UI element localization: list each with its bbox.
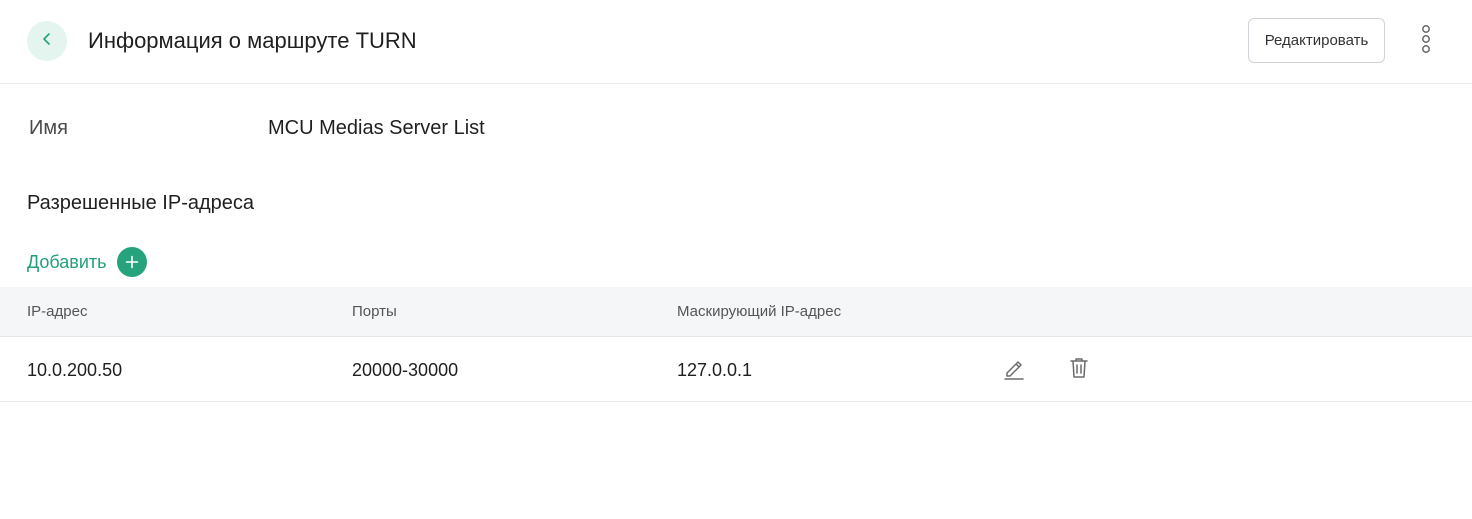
more-menu-button[interactable] (1413, 24, 1439, 58)
chevron-left-icon (40, 32, 54, 51)
add-ip-button[interactable]: Добавить (27, 247, 147, 277)
name-value: MCU Medias Server List (268, 117, 485, 139)
add-label: Добавить (27, 251, 107, 272)
cell-ports: 20000-30000 (352, 360, 459, 380)
edit-row-button[interactable] (1001, 357, 1027, 383)
cell-ip: 10.0.200.50 (27, 360, 123, 380)
page-title: Информация о маршруте TURN (88, 28, 417, 53)
column-header-ports: Порты (352, 303, 397, 320)
cell-mask-ip: 127.0.0.1 (677, 360, 753, 380)
pencil-icon (1002, 356, 1026, 385)
back-button[interactable] (27, 21, 67, 61)
page-header: Информация о маршруте TURN Редактировать (0, 0, 1472, 84)
table-header: IP-адрес Порты Маскирующий IP-адрес (0, 287, 1472, 337)
edit-button[interactable]: Редактировать (1248, 18, 1385, 63)
column-header-ip: IP-адрес (27, 303, 88, 320)
table-row: 10.0.200.50 20000-30000 127.0.0.1 (0, 337, 1472, 402)
delete-row-button[interactable] (1066, 357, 1092, 383)
plus-icon (116, 247, 147, 277)
more-vertical-icon (1421, 24, 1431, 58)
allowed-ips-title: Разрешенные IP-адреса (27, 192, 255, 214)
trash-icon (1068, 356, 1090, 385)
column-header-mask-ip: Маскирующий IP-адрес (677, 303, 842, 320)
name-label: Имя (29, 117, 68, 139)
